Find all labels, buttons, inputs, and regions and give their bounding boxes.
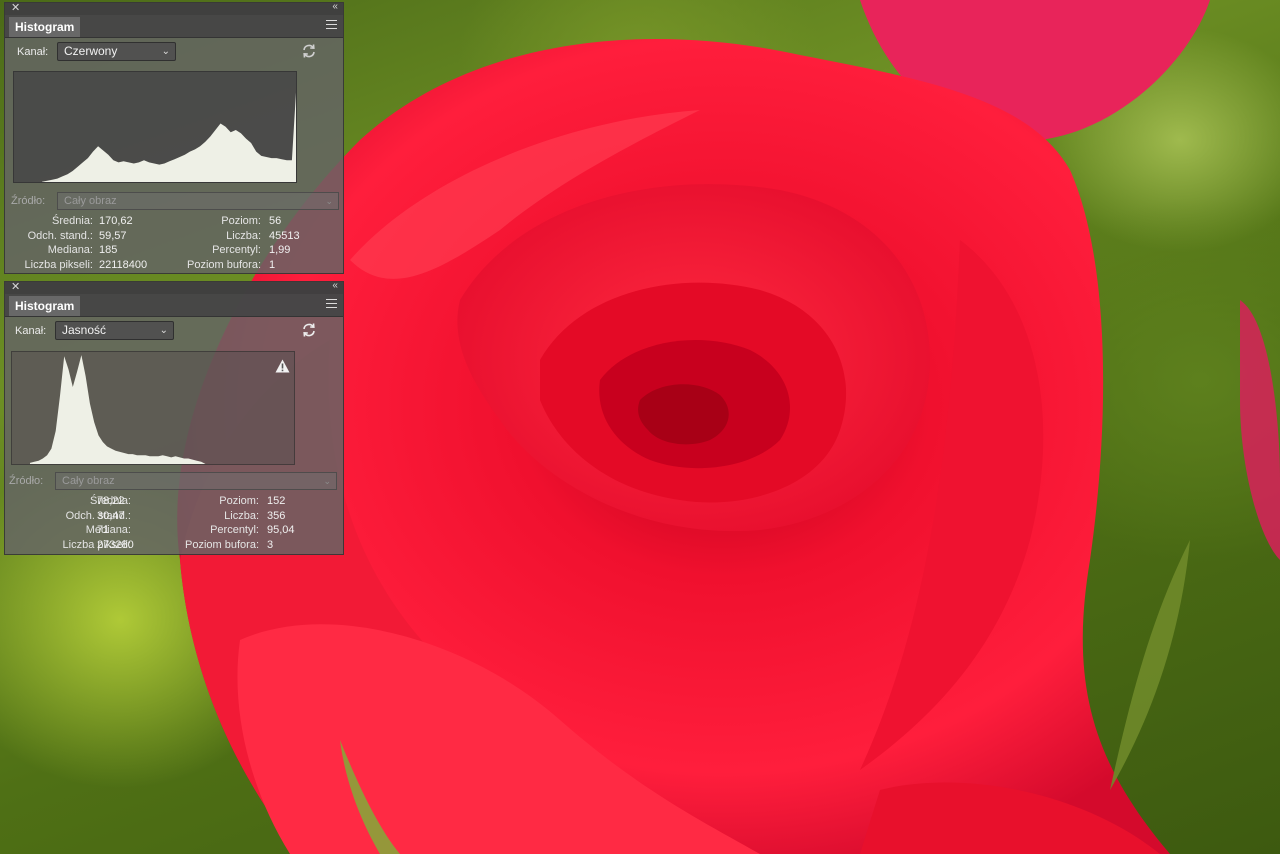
- histogram-shape: [30, 355, 244, 464]
- stat-label: Percentyl:: [210, 524, 259, 536]
- stat-label: Percentyl:: [212, 244, 261, 256]
- channel-label: Kanał:: [17, 46, 49, 58]
- stat-value: 356: [267, 509, 286, 522]
- source-select-value: Cały obraz: [64, 195, 117, 207]
- stat-label: Mediana:: [47, 244, 93, 256]
- leaf: [1110, 540, 1190, 790]
- refresh-icon[interactable]: [301, 43, 317, 59]
- panel-menu-icon[interactable]: [326, 20, 337, 29]
- stat-value: 45513: [269, 229, 300, 242]
- chevron-down-icon: ⌄: [323, 476, 331, 486]
- stat-label: Poziom:: [221, 215, 261, 227]
- stat-value: 185: [99, 244, 118, 256]
- channel-select[interactable]: Czerwony ⌄: [57, 42, 176, 61]
- stat-label: Poziom bufora:: [187, 258, 261, 271]
- statistics: Średnia: 170,62 Poziom: 56 Odch. stand.:…: [5, 214, 345, 272]
- stat-label: Liczba:: [224, 509, 259, 522]
- stat-value: 170,62: [99, 215, 133, 227]
- statistics: Średnia: 78,22 Poziom: 152 Odch. stand.:…: [5, 494, 345, 552]
- source-label: Źródło:: [11, 195, 46, 207]
- tab-histogram[interactable]: Histogram: [9, 296, 81, 316]
- stat-row: Mediana: 71 Percentyl: 95,04: [5, 523, 345, 538]
- channel-select[interactable]: Jasność ⌄: [55, 321, 174, 340]
- panel-titlebar: ✕ ‹‹: [5, 1, 343, 15]
- stat-value: 273280: [97, 538, 134, 551]
- histogram-panel-red: ✕ ‹‹ Histogram Kanał: Czerwony ⌄ Źródło:…: [4, 1, 345, 274]
- stat-value: 1: [269, 258, 276, 271]
- chevron-down-icon: ⌄: [325, 196, 333, 206]
- stat-value: 3: [267, 538, 274, 551]
- stat-row: Odch. stand.: 59,57 Liczba: 45513: [5, 229, 345, 244]
- stat-label: Liczba:: [226, 229, 261, 242]
- stat-label: Poziom bufora:: [185, 538, 259, 551]
- stat-value: 59,57: [99, 229, 127, 242]
- histogram-graph: [11, 351, 295, 465]
- histogram-chart: [30, 355, 244, 464]
- stat-value: 78,22: [97, 495, 125, 507]
- panel-menu-icon[interactable]: [326, 299, 337, 308]
- stat-value: 71: [97, 524, 110, 536]
- source-select[interactable]: Cały obraz ⌄: [57, 192, 339, 210]
- source-row: Źródło: Cały obraz ⌄: [5, 472, 345, 492]
- histogram-shape: [42, 92, 296, 182]
- pink-bud-right: [1240, 300, 1280, 560]
- stat-value: 56: [269, 215, 282, 227]
- histogram-graph: [13, 71, 297, 183]
- source-label: Źródło:: [9, 475, 44, 487]
- panel-tab-row: Histogram: [5, 15, 343, 38]
- collapse-icon[interactable]: ‹‹: [332, 280, 338, 291]
- stat-label: Odch. stand.:: [27, 229, 93, 242]
- stat-label: Średnia:: [52, 215, 93, 227]
- stat-value: 95,04: [267, 524, 295, 536]
- channel-row: Kanał: Czerwony ⌄: [5, 38, 343, 68]
- tab-histogram[interactable]: Histogram: [9, 17, 81, 37]
- panel-titlebar: ✕ ‹‹: [5, 280, 343, 294]
- stat-value: 30,47: [97, 509, 125, 522]
- stat-value: 1,99: [269, 244, 291, 256]
- histogram-panel-luminosity: ✕ ‹‹ Histogram Kanał: Jasność ⌄ Źródło:: [4, 280, 345, 555]
- stat-row: Liczba pikseli: 22118400 Poziom bufora: …: [5, 258, 345, 273]
- cache-warning-icon[interactable]: [275, 359, 290, 373]
- panel-tab-row: Histogram: [5, 294, 343, 317]
- stat-row: Średnia: 78,22 Poziom: 152: [5, 494, 345, 509]
- stat-row: Średnia: 170,62 Poziom: 56: [5, 214, 345, 229]
- channel-label: Kanał:: [15, 325, 47, 337]
- channel-select-value: Jasność: [62, 323, 107, 337]
- stat-row: Odch. stand.: 30,47 Liczba: 356: [5, 509, 345, 524]
- stat-label: Liczba pikseli:: [24, 258, 93, 271]
- channel-row: Kanał: Jasność ⌄: [5, 317, 343, 347]
- collapse-icon[interactable]: ‹‹: [332, 1, 338, 12]
- channel-select-value: Czerwony: [64, 44, 118, 58]
- stat-value: 152: [267, 495, 286, 507]
- refresh-icon[interactable]: [301, 322, 317, 338]
- stat-row: Mediana: 185 Percentyl: 1,99: [5, 243, 345, 258]
- stat-value: 22118400: [99, 258, 148, 271]
- histogram-chart: [42, 92, 296, 182]
- close-icon[interactable]: ✕: [11, 1, 20, 14]
- stat-row: Liczba pikseli: 273280 Poziom bufora: 3: [5, 538, 345, 553]
- source-select[interactable]: Cały obraz ⌄: [55, 472, 337, 490]
- close-icon[interactable]: ✕: [11, 280, 20, 293]
- chevron-down-icon: ⌄: [159, 325, 168, 336]
- stat-label: Poziom:: [219, 495, 259, 507]
- source-row: Źródło: Cały obraz ⌄: [5, 192, 345, 212]
- source-select-value: Cały obraz: [62, 475, 115, 487]
- chevron-down-icon: ⌄: [161, 46, 170, 57]
